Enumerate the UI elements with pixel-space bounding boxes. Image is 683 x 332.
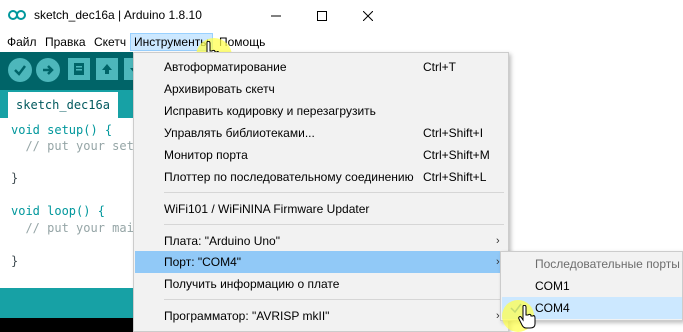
new-icon [74,63,84,75]
menu-separator [164,299,504,300]
tab-sketch[interactable]: sketch_dec16a [8,92,118,118]
menu-item-shortcut: Ctrl+Shift+I [423,126,484,140]
verify-button[interactable] [8,58,32,82]
menu-item-port[interactable]: Порт: "COM4" › [135,251,507,273]
menu-item-label: Плата: "Arduino Uno" [164,234,280,248]
port-option-com1[interactable]: COM1 [502,275,682,297]
menu-item-label: Получить информацию о плате [164,277,340,291]
minimize-icon [271,15,281,17]
menu-item-label: Управлять библиотеками... [164,126,315,140]
upload-button[interactable] [36,58,60,82]
code-line: void loop() { [11,204,105,218]
menu-item-serial-plotter[interactable]: Плоттер по последовательному соединению … [135,166,507,188]
new-button[interactable] [68,58,90,80]
port-option-label: COM1 [535,279,570,293]
close-icon [363,11,373,21]
hand-cursor-icon [518,305,536,329]
menu-edit[interactable]: Правка [42,34,89,50]
minimize-button[interactable] [253,0,299,32]
menu-sketch[interactable]: Скетч [91,34,129,50]
submenu-header-label: Последовательные порты [535,257,680,271]
menu-item-firmware-updater[interactable]: WiFi101 / WiFiNINA Firmware Updater [135,198,507,220]
menu-item-shortcut: Ctrl+Shift+M [423,148,490,162]
menu-bar: Файл Правка Скетч Инструменты Помощь [0,32,391,52]
menu-separator [164,224,504,225]
menu-item-label: Порт: "COM4" [164,255,242,269]
upload-icon [43,65,54,75]
menu-item-board[interactable]: Плата: "Arduino Uno" › [135,230,507,252]
open-button[interactable] [96,58,118,80]
menu-item-shortcut: Ctrl+T [423,60,456,74]
menu-item-label: Программатор: "AVRISP mkII" [164,309,330,323]
menu-item-manage-libraries[interactable]: Управлять библиотеками... Ctrl+Shift+I [135,122,507,144]
tools-menu: Автоформатирование Ctrl+T Архивировать с… [133,52,509,332]
menu-item-label: WiFi101 / WiFiNINA Firmware Updater [164,202,370,216]
submenu-header-serial-ports: Последовательные порты [502,253,682,275]
maximize-button[interactable] [299,0,345,32]
menu-item-programmer[interactable]: Программатор: "AVRISP mkII" › [135,305,507,327]
maximize-icon [317,11,327,21]
close-button[interactable] [345,0,391,32]
menu-item-board-info[interactable]: Получить информацию о плате [135,273,507,295]
menu-item-label: Плоттер по последовательному соединению [164,170,414,184]
menu-item-fix-encoding[interactable]: Исправить кодировку и перезагрузить [135,100,507,122]
menu-item-label: Автоформатирование [164,60,287,74]
menu-file[interactable]: Файл [4,34,40,50]
menu-item-label: Исправить кодировку и перезагрузить [164,104,376,118]
menu-item-label: Монитор порта [164,148,248,162]
menu-item-autoformat[interactable]: Автоформатирование Ctrl+T [135,56,507,78]
open-icon [102,64,112,74]
code-line: } [11,171,19,185]
menu-item-serial-monitor[interactable]: Монитор порта Ctrl+Shift+M [135,144,507,166]
code-line-text: void loop() { [11,204,105,218]
code-line: void setup() { [11,123,112,137]
code-line: } [11,254,19,268]
title-bar[interactable]: sketch_dec16a | Arduino 1.8.10 [0,0,391,32]
verify-icon [14,65,26,76]
arduino-logo-icon [8,10,26,20]
chevron-right-icon: › [496,235,500,247]
menu-item-archive-sketch[interactable]: Архивировать скетч [135,78,507,100]
code-line-text: void setup() { [11,123,113,137]
window-title: sketch_dec16a | Arduino 1.8.10 [34,8,202,22]
menu-item-shortcut: Ctrl+Shift+L [423,170,487,184]
menu-separator [164,192,504,193]
menu-item-label: Архивировать скетч [164,82,275,96]
port-option-label: COM4 [535,301,570,315]
